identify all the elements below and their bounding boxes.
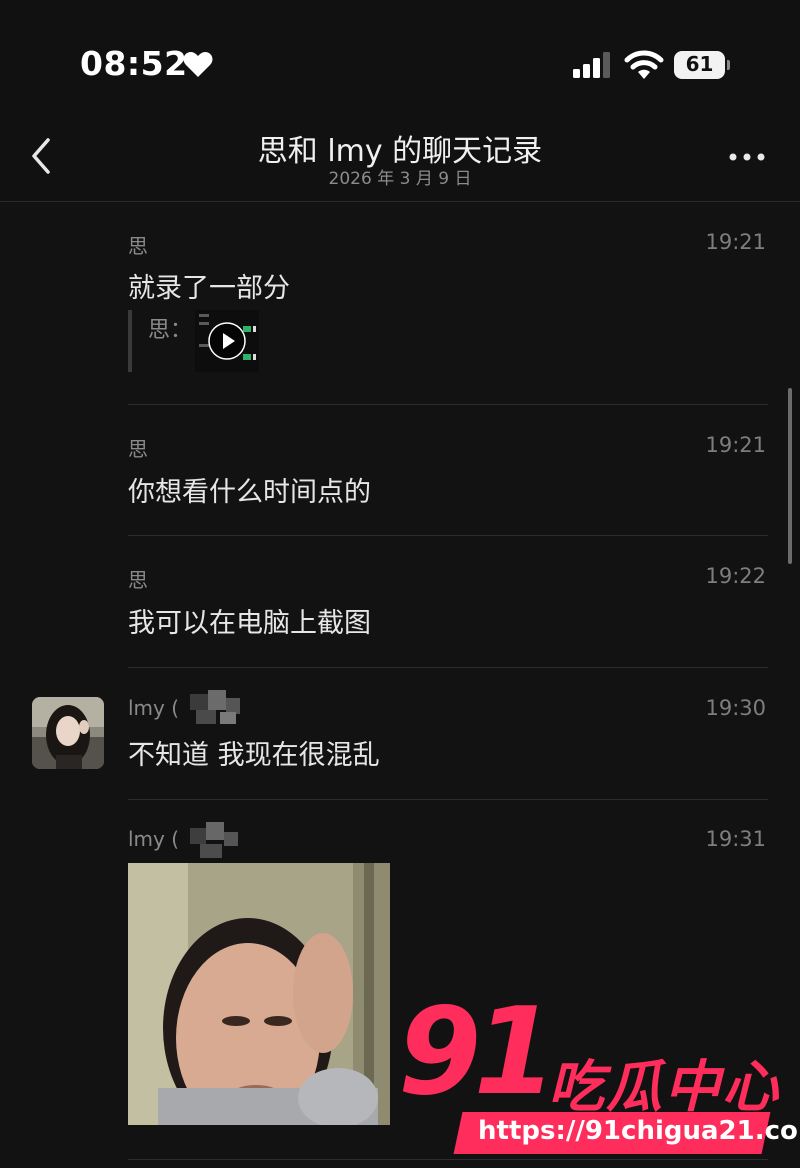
sticker-photo [128,863,390,1125]
watermark-logo-number: 91 [398,983,557,1122]
message-sender: lmy ( [128,827,180,851]
pixelated-name [190,822,244,860]
chat-image[interactable] [128,863,390,1125]
watermark-logo-text: 吃瓜中心 [548,1055,780,1120]
scrollbar[interactable] [788,388,792,564]
watermark-url: https://91chigua21.com [478,1116,800,1146]
message-time: 19:31 [705,827,766,851]
message-divider [128,1159,768,1160]
